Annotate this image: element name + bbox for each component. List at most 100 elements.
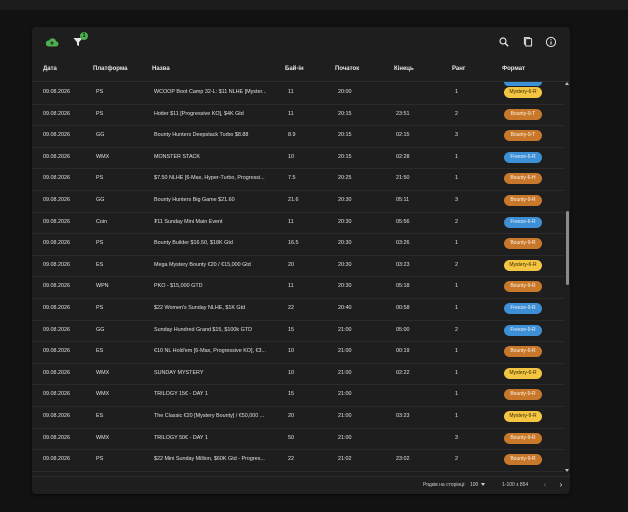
column-header-platform[interactable]: Платформа [93,66,128,72]
cell-start: 20:30 [338,197,352,203]
table-row[interactable]: 09.08.2026 ES €10 NL Hold'em [6-Max, Progr… [32,341,564,364]
cell-buyin: 11 [288,110,294,117]
table-row[interactable]: 09.08.2026 PS WCOOP Boot Camp 32-L: $11 NL… [32,82,564,105]
format-chip: Mystery-6-R [504,87,542,98]
column-header-format[interactable]: Формат [502,66,525,72]
cell-end: 02:15 [396,132,410,139]
column-header-start[interactable]: Початок [335,66,359,72]
cell-buyin: 10 [288,153,294,160]
table-row[interactable]: 09.08.2026 GG Sunday Hundred Grand $15, $1… [32,320,564,343]
table-row[interactable]: 09.08.2026 ES The Classic €20 [Mystery Bou… [32,406,564,429]
cell-date: 09.08.2026 [43,413,70,419]
scroll-down-arrow-icon[interactable] [565,469,569,472]
cell-platform: GG [96,197,105,203]
format-chip: Bounty-9-R [504,195,542,206]
cell-end: 03:23 [396,413,410,419]
cell-date: 09.08.2026 [43,305,70,311]
table-row[interactable]: 09.08.2026 GG Bounty Hunters Deepstack Tur… [32,125,564,148]
table-row[interactable]: 09.08.2026 GG Bounty Hunters Big Game $21.… [32,190,564,213]
column-header-name[interactable]: Назва [152,66,170,72]
table-row[interactable]: 09.08.2026 PS $7.50 NLHE [6-Max, Hyper-Tur… [32,168,564,191]
cell-name: $22 Women's Sunday NLHE, $1K Gtd [154,305,246,311]
cell-date: 09.08.2026 [43,326,70,333]
cell-date: 09.08.2026 [43,283,70,290]
cell-start: 20:15 [338,153,352,160]
table-row[interactable]: 09.08.2026 PS Bounty Builder $16.50, $18K … [32,233,564,256]
cell-date: 09.08.2026 [43,391,70,398]
cell-platform: PS [96,175,104,182]
chevron-down-icon [481,483,486,487]
cell-platform: PS [96,240,104,247]
table-row[interactable]: 09.08.2026 PS Hotter $11 [Progressive KO],… [32,104,564,127]
cell-rank: 1 [455,283,458,290]
cell-start: 20:30 [338,218,352,225]
table-row[interactable]: 09.08.2026 PS $22 Women's Sunday NLHE, $1K… [32,298,564,321]
cell-platform: WPN [96,283,109,290]
cell-start: 21:00 [338,434,352,441]
cloud-upload-icon[interactable] [45,36,59,48]
table-row[interactable]: 09.08.2026 PS $22 Mini Sunday Million, $60… [32,449,564,472]
cell-name: The Classic €20 [Mystery Bounty] / €50,0… [154,413,265,419]
cell-end [396,384,446,406]
format-chip: Bounty-9-R [504,281,542,293]
cell-date: 09.08.2026 [43,456,70,463]
chevron-right-icon[interactable]: › [556,480,566,490]
table-row[interactable]: 09.08.2026 WMX TRILOGY 50€ - DAY 1 50 21:00 3… [32,428,564,451]
rows-per-page-label: Рядків на сторінці: [423,482,466,488]
cell-date: 09.08.2026 [43,369,70,376]
cell-name: WCOOP Boot Camp 32-L: $11 NLHE [Myster..… [154,89,267,95]
table-row[interactable]: 09.08.2026 WPN PKO - $15,000 GTD 11 20:30 05:… [32,276,564,299]
cell-date: 09.08.2026 [43,197,70,203]
cell-name: TRILOGY 50€ - DAY 1 [154,434,208,441]
format-chip: Freeze-6-R [504,216,542,228]
scroll-up-arrow-icon[interactable] [565,82,569,85]
cell-end: 05:56 [396,218,410,225]
cell-rank: 2 [455,326,458,333]
cell-name: MONSTER STACK [154,153,201,160]
cell-buyin: 11 [288,218,294,225]
cell-buyin: 11 [288,283,294,290]
cell-platform: PS [96,456,104,463]
cell-buyin: 10 [288,369,294,376]
chevron-left-icon[interactable]: ‹ [540,480,550,490]
scrollbar-thumb[interactable] [566,211,569,285]
cell-buyin: 21.6 [288,197,299,203]
info-icon[interactable] [545,36,557,48]
format-chip: Freeze-6-R [504,151,542,163]
tournament-table-panel: 1 Дата Платформа Назва Бай-ін Початок Кі… [32,27,570,494]
cell-end: 00:19 [396,348,410,355]
cell-name: SUNDAY MYSTERY [154,369,204,376]
cell-end: 03:26 [396,240,410,247]
cell-start: 21:02 [338,456,352,463]
format-chip: Bounty-9-R [504,238,542,250]
format-chip: Bounty-6-R [504,346,542,358]
cell-start: 21:00 [338,391,352,398]
rows-per-page-select[interactable]: 100 [470,482,486,488]
cell-start: 21:00 [338,348,352,355]
cell-platform: PS [96,305,104,311]
cell-name: Hotter $11 [Progressive KO], $4K Gtd [154,110,244,117]
cell-platform: ES [96,348,104,355]
cell-start: 20:00 [338,89,352,95]
cell-buyin: 50 [288,434,294,441]
cell-platform: ES [96,413,104,419]
cell-end: 23:51 [396,110,410,117]
column-header-buyin[interactable]: Бай-ін [285,66,304,72]
column-header-rank[interactable]: Ранг [452,66,465,72]
format-chip: Bounty-6-H [504,173,542,185]
cell-start: 20:15 [338,110,352,117]
table-row[interactable]: 09.08.2026 WMX TRILOGY 15€ - DAY 1 15 21:00 1… [32,384,564,407]
search-icon[interactable] [498,36,510,48]
copy-icon[interactable] [522,36,534,48]
table-row[interactable]: 09.08.2026 ES Mega Mystery Bounty €20 / €1… [32,255,564,278]
table-row[interactable]: 09.08.2026 Coin ₮11 Sunday Mini Main Event… [32,212,564,235]
table-row[interactable]: 09.08.2026 WMX MONSTER STACK 10 20:15 02:28 1 F… [32,147,564,170]
cell-platform: GG [96,132,105,139]
cell-name: PKO - $15,000 GTD [154,283,203,290]
table-row[interactable]: 09.08.2026 WMX SUNDAY MYSTERY 10 21:00 02:22 1… [32,363,564,386]
column-header-end[interactable]: Кінець [394,66,414,72]
cell-date: 09.08.2026 [43,175,70,182]
format-chip: Bounty-9-T [504,108,542,120]
cell-name: €10 NL Hold'em [6-Max, Progressive KO], … [154,348,266,355]
column-header-date[interactable]: Дата [43,66,57,72]
